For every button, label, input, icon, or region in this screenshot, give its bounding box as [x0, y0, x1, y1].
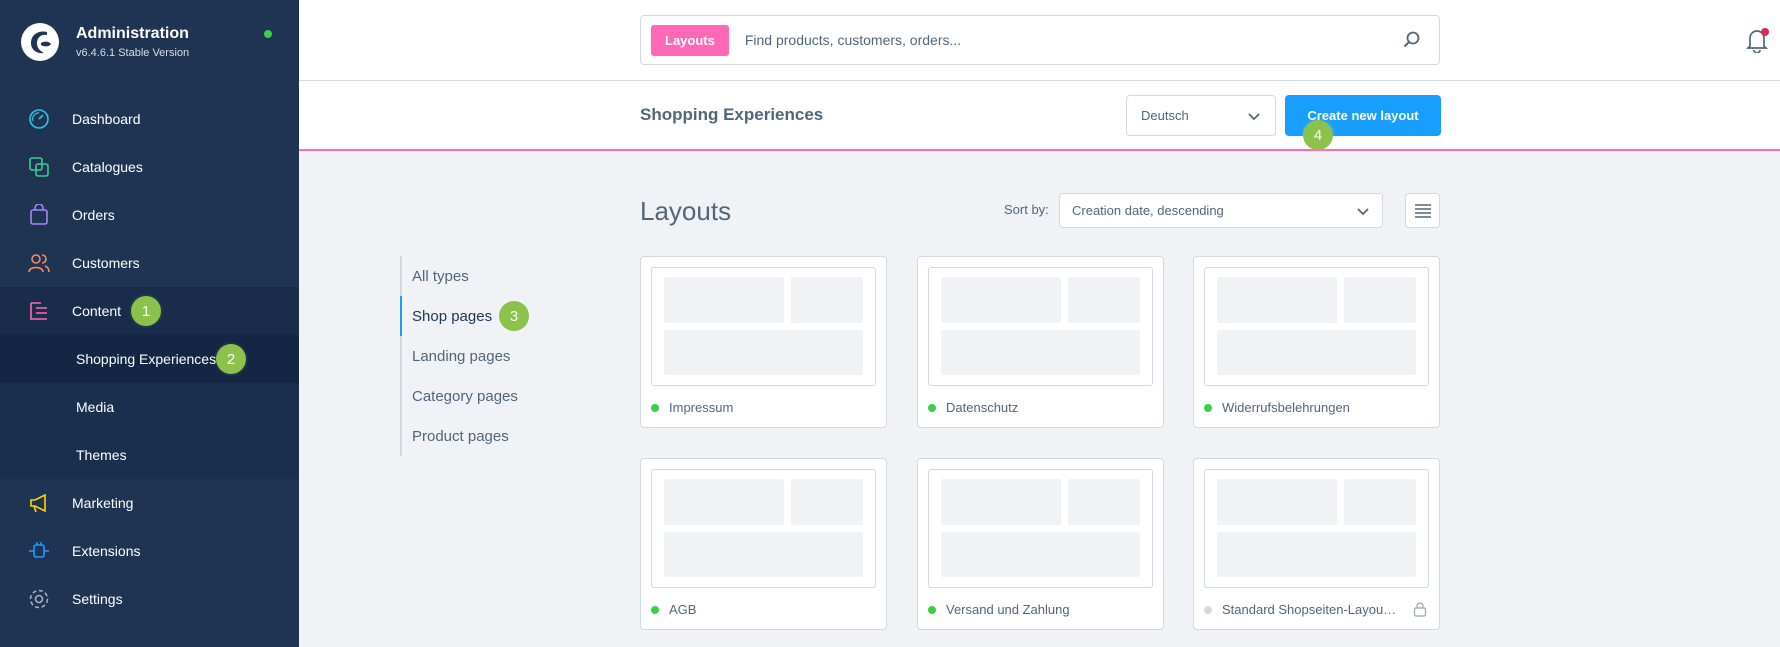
layout-name: Impressum — [669, 400, 734, 415]
sidebar-item-label: Extensions — [72, 543, 141, 559]
top-bar: Layouts Find products, customers, orders… — [299, 0, 1780, 81]
layout-name: Standard Shopseiten-Layou… — [1222, 602, 1397, 617]
language-select-value: Deutsch — [1141, 108, 1189, 123]
status-dot-inactive — [1204, 605, 1212, 614]
status-dot-active — [928, 605, 936, 614]
layout-card[interactable]: Versand und Zahlung — [917, 458, 1164, 630]
main-nav: Dashboard Catalogues Orders Customers Co… — [0, 95, 299, 623]
settings-icon — [28, 588, 50, 610]
orders-icon — [28, 204, 50, 226]
sidebar-item-label: Orders — [72, 207, 115, 223]
customers-icon — [28, 252, 50, 274]
sidebar-subitem-label: Themes — [76, 447, 127, 463]
type-product-pages[interactable]: Product pages — [402, 416, 518, 456]
sidebar-subitem-shopping-experiences[interactable]: Shopping Experiences 2 — [0, 335, 299, 383]
type-all[interactable]: All types — [402, 256, 518, 296]
annotation-badge-2: 2 — [216, 344, 246, 374]
search-type-tag[interactable]: Layouts — [651, 24, 729, 56]
sidebar-item-label: Marketing — [72, 495, 134, 511]
layout-name: Versand und Zahlung — [946, 602, 1070, 617]
dashboard-icon — [28, 108, 50, 130]
layout-card[interactable]: Widerrufsbelehrungen — [1193, 256, 1440, 428]
sidebar-item-extensions[interactable]: Extensions — [0, 527, 299, 575]
annotation-badge-1: 1 — [131, 296, 161, 326]
sort-select[interactable]: Creation date, descending — [1059, 193, 1383, 228]
lock-icon — [1413, 602, 1427, 617]
sidebar-item-marketing[interactable]: Marketing — [0, 479, 299, 527]
status-dot-active — [928, 403, 936, 412]
annotation-badge-4: 4 — [1303, 120, 1333, 150]
brand[interactable]: Administration v6.4.6.1 Stable Version — [20, 22, 189, 62]
page-header: Shopping Experiences Deutsch Create new … — [299, 81, 1780, 151]
layout-type-filter: All types Shop pages 3 Landing pages Cat… — [400, 256, 529, 456]
annotation-badge-3: 3 — [499, 301, 529, 331]
layout-name: Datenschutz — [946, 400, 1019, 415]
search-input[interactable]: Find products, customers, orders... — [745, 32, 961, 48]
status-dot-active — [1204, 403, 1212, 412]
sidebar-subitem-themes[interactable]: Themes — [0, 431, 299, 479]
sort-select-value: Creation date, descending — [1072, 203, 1224, 218]
sidebar-item-content[interactable]: Content 1 — [0, 287, 299, 335]
sidebar-item-orders[interactable]: Orders — [0, 191, 299, 239]
layout-preview — [651, 267, 876, 386]
app-title: Administration — [76, 25, 189, 42]
content-icon — [28, 300, 50, 322]
status-dot-active — [651, 605, 659, 614]
sidebar-item-settings[interactable]: Settings — [0, 575, 299, 623]
catalogue-icon — [28, 156, 50, 178]
layout-preview — [651, 469, 876, 588]
layout-card[interactable]: AGB — [640, 458, 887, 630]
search-icon[interactable] — [1403, 31, 1421, 49]
sidebar-subitem-label: Media — [76, 399, 115, 415]
sidebar-item-customers[interactable]: Customers — [0, 239, 299, 287]
marketing-icon — [28, 492, 50, 514]
extensions-icon — [28, 540, 50, 562]
sidebar-item-label: Content — [72, 303, 122, 319]
sidebar-item-label: Customers — [72, 255, 140, 271]
chevron-down-icon — [1248, 113, 1260, 121]
sidebar-item-label: Catalogues — [72, 159, 143, 175]
sidebar-item-dashboard[interactable]: Dashboard — [0, 95, 299, 143]
sidebar: Administration v6.4.6.1 Stable Version D… — [0, 0, 299, 647]
layout-card[interactable]: Standard Shopseiten-Layou… — [1193, 458, 1440, 630]
layout-name: AGB — [669, 602, 697, 617]
sidebar-subitem-label: Shopping Experiences — [76, 351, 217, 367]
layout-preview — [928, 469, 1153, 588]
notification-dot — [1761, 28, 1769, 36]
layout-card[interactable]: Impressum — [640, 256, 887, 428]
sidebar-item-label: Settings — [72, 591, 123, 607]
shopware-logo — [21, 23, 59, 61]
layouts-title: Layouts — [640, 196, 732, 226]
sort-label: Sort by: — [1004, 202, 1049, 217]
online-status-dot — [264, 30, 272, 38]
sidebar-item-catalogues[interactable]: Catalogues — [0, 143, 299, 191]
sidebar-item-label: Dashboard — [72, 111, 141, 127]
sidebar-subitem-media[interactable]: Media — [0, 383, 299, 431]
chevron-down-icon — [1357, 208, 1369, 216]
layout-card[interactable]: Datenschutz — [917, 256, 1164, 428]
type-landing-pages[interactable]: Landing pages — [402, 336, 518, 376]
language-select[interactable]: Deutsch — [1126, 95, 1276, 136]
global-search[interactable]: Layouts Find products, customers, orders… — [640, 15, 1440, 65]
list-view-icon — [1414, 203, 1431, 218]
type-shop-pages[interactable]: Shop pages 3 — [400, 296, 529, 336]
type-label: Shop pages — [412, 307, 493, 325]
layout-preview — [1204, 469, 1429, 588]
layout-name: Widerrufsbelehrungen — [1222, 400, 1350, 415]
layout-preview — [1204, 267, 1429, 386]
page-title: Shopping Experiences — [640, 105, 824, 124]
type-category-pages[interactable]: Category pages — [402, 376, 518, 416]
layout-preview — [928, 267, 1153, 386]
status-dot-active — [651, 403, 659, 412]
list-view-button[interactable] — [1405, 193, 1440, 228]
app-version: v6.4.6.1 Stable Version — [76, 47, 190, 59]
